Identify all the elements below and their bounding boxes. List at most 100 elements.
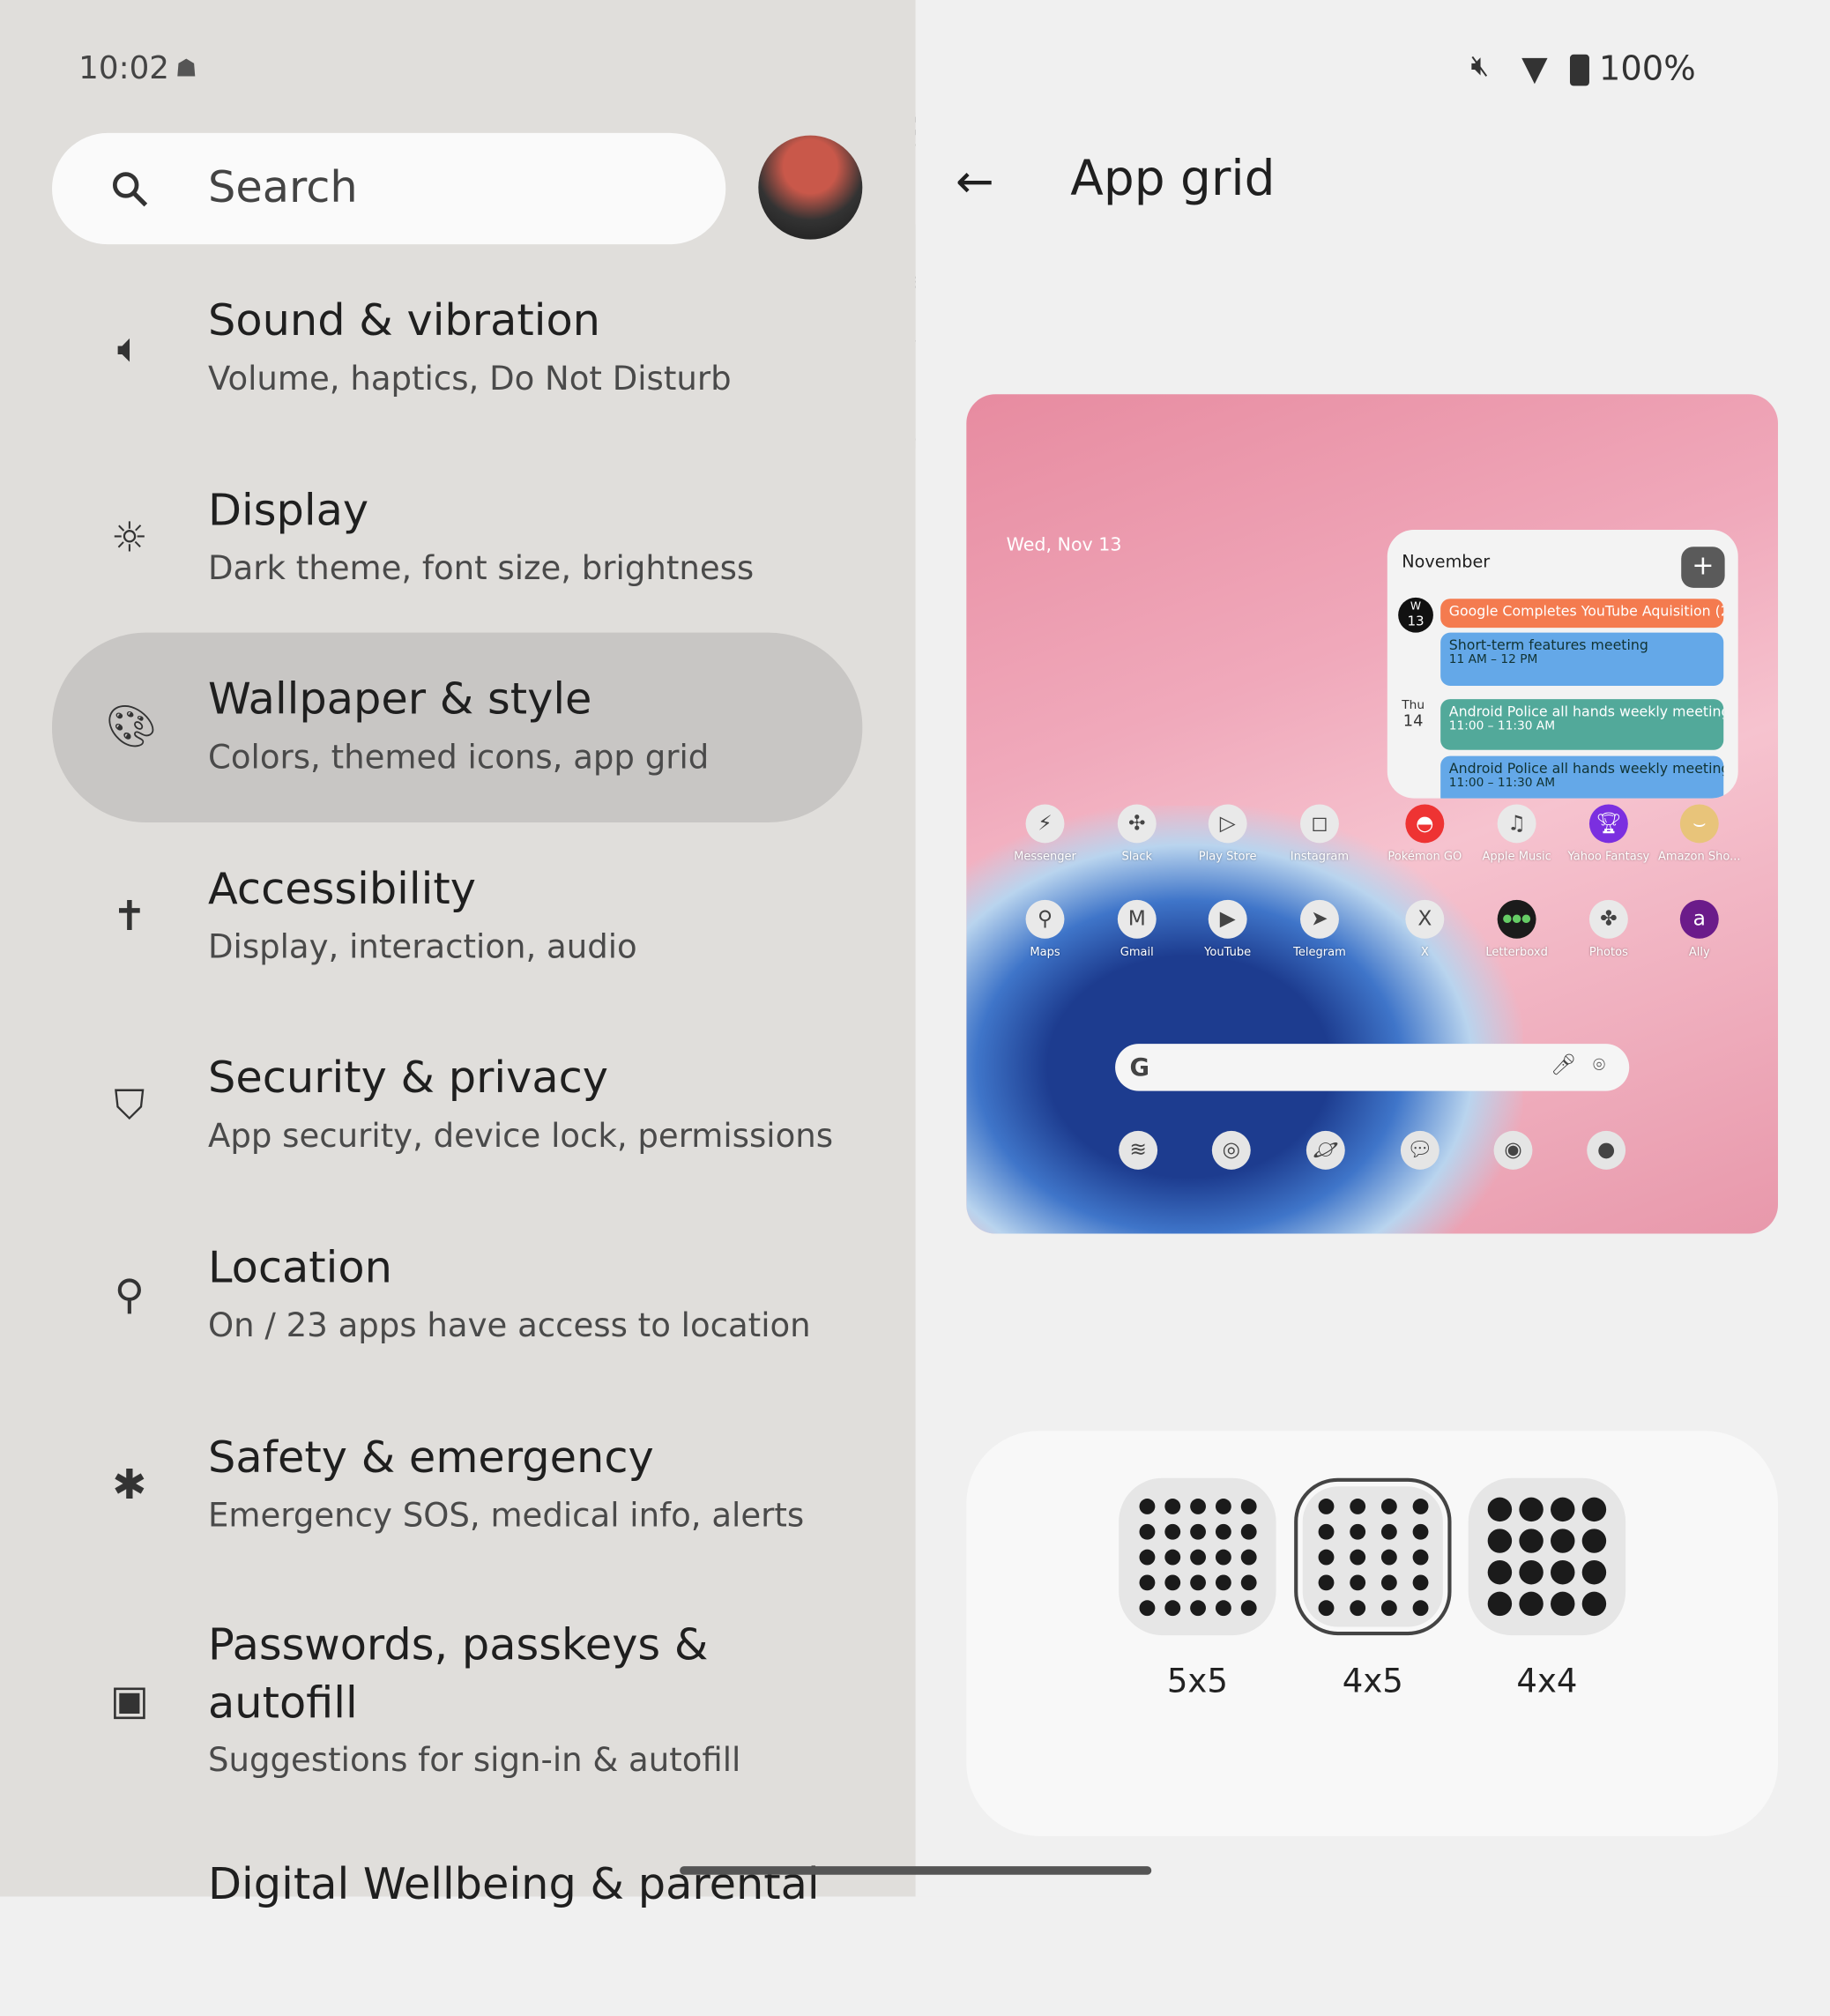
grid-dot	[1317, 1498, 1334, 1514]
chrome-icon: ◉	[1493, 1130, 1533, 1170]
home-screen-preview: Wed, Nov 13 November + W 13 Thu 14 Google …	[966, 394, 1778, 1234]
grid-dot	[1164, 1548, 1180, 1565]
grid-dot	[1581, 1497, 1607, 1522]
app-icon: ✤ Photos	[1563, 899, 1655, 959]
app-glyph-icon: ⌣	[1679, 804, 1719, 844]
event-title: Android Police all hands weekly meeting	[1448, 759, 1724, 777]
grid-dot	[1551, 1529, 1575, 1553]
app-icon: ◻ Instagram	[1274, 804, 1365, 864]
settings-item-digital-wellbeing[interactable]: Digital Wellbeing & parental	[52, 1826, 862, 2016]
app-label: Gmail	[1120, 945, 1154, 960]
grid-dot	[1411, 1599, 1428, 1616]
day-dow: Thu	[1402, 699, 1425, 713]
google-g-icon: G	[1129, 1052, 1150, 1082]
grid-dot	[1189, 1599, 1206, 1616]
planet-icon: 🪐︎	[1306, 1130, 1345, 1170]
app-glyph-icon: 🏆︎	[1588, 804, 1628, 844]
settings-item-passwords[interactable]: ▣ Passwords, passkeys & autofill Suggestion…	[52, 1596, 862, 1814]
calendar-event: Android Police all hands weekly meeting 1…	[1440, 755, 1724, 799]
app-label: Ally	[1688, 945, 1710, 960]
grid-dot	[1551, 1560, 1575, 1585]
search-bar[interactable]: Search	[52, 132, 726, 245]
search-icon	[112, 172, 148, 207]
grid-dot	[1215, 1498, 1231, 1514]
grid-option-label: 5x5	[1166, 1663, 1228, 1701]
grid-dot	[1380, 1573, 1397, 1590]
status-time: 10:02	[78, 50, 170, 87]
grid-dot	[1411, 1548, 1428, 1565]
notification-icon: ☗	[175, 53, 197, 83]
grid-option-label: 4x4	[1516, 1663, 1578, 1701]
palette-icon: 🎨︎	[105, 703, 158, 752]
grid-dot	[1411, 1573, 1428, 1590]
vibrate-off-icon: 🔇︎	[1470, 48, 1490, 83]
settings-item-wallpaper[interactable]: 🎨︎ Wallpaper & style Colors, themed icons,…	[52, 632, 863, 823]
settings-item-location[interactable]: ⚲ Location On / 23 apps have access to loc…	[52, 1201, 862, 1390]
grid-dot	[1349, 1573, 1365, 1590]
preview-date: Wed, Nov 13	[1006, 533, 1122, 555]
app-label: Slack	[1121, 850, 1153, 864]
grid-dot	[1380, 1498, 1397, 1514]
item-subtitle: Colors, themed icons, app grid	[208, 739, 710, 777]
widget-month: November	[1402, 553, 1491, 573]
app-label: Letterboxd	[1485, 945, 1548, 960]
wallpaper-wave	[966, 805, 1523, 1234]
item-title: Accessibility	[208, 865, 476, 915]
location-pin-icon: ⚲	[114, 1271, 145, 1320]
avatar[interactable]	[758, 135, 863, 240]
grid-dot	[1164, 1573, 1180, 1590]
app-glyph-icon: ⚡	[1025, 804, 1065, 844]
settings-item-safety[interactable]: ✱ Safety & emergency Emergency SOS, medica…	[52, 1391, 862, 1581]
grid-dot	[1164, 1498, 1180, 1514]
settings-item-display[interactable]: ☼ Display Dark theme, font size, brightnes…	[52, 444, 862, 634]
settings-item-accessibility[interactable]: ✝ Accessibility Display, interaction, audi…	[52, 822, 862, 1012]
grid-dot	[1240, 1599, 1256, 1616]
brightness-icon: ☼	[110, 514, 148, 563]
settings-item-security[interactable]: ⛉ Security & privacy App security, device …	[52, 1011, 862, 1201]
app-label: Maps	[1030, 945, 1060, 960]
grid-dot	[1380, 1523, 1397, 1539]
grid-dot	[1349, 1523, 1365, 1539]
page-title: App grid	[1070, 151, 1276, 207]
grid-dot	[1581, 1560, 1607, 1585]
item-title: Sound & vibration	[208, 296, 600, 346]
grid-dot	[1487, 1591, 1513, 1617]
grid-dot	[1138, 1573, 1155, 1590]
grid-dot	[1519, 1497, 1544, 1522]
grid-dot	[1164, 1523, 1180, 1539]
app-glyph-icon: a	[1679, 899, 1719, 939]
grid-dot	[1317, 1573, 1334, 1590]
grid-dot	[1349, 1599, 1365, 1616]
grid-dot	[1380, 1548, 1397, 1565]
app-icon: ➤ Telegram	[1274, 899, 1365, 959]
account-box-icon: ▣	[109, 1676, 149, 1725]
settings-item-sound[interactable]: 🔈︎ Sound & vibration Volume, haptics, Do N…	[52, 254, 862, 443]
grid-dot	[1519, 1591, 1544, 1617]
today-badge: W 13	[1398, 597, 1433, 633]
grid-dot	[1240, 1498, 1256, 1514]
app-icon: a Ally	[1654, 899, 1745, 960]
grid-dot	[1519, 1529, 1544, 1553]
app-icon: ▷ Play Store	[1182, 804, 1274, 864]
grid-option-4x5[interactable]	[1294, 1477, 1452, 1636]
app-icon: ▶ YouTube	[1182, 899, 1274, 959]
chat-icon: ●	[1587, 1130, 1626, 1170]
app-label: Amazon Sho...	[1658, 850, 1741, 864]
messages-icon: 💬︎	[1400, 1130, 1439, 1170]
grid-option-4x4[interactable]	[1468, 1477, 1626, 1636]
item-subtitle: Volume, haptics, Do Not Disturb	[208, 360, 732, 398]
grid-dot	[1164, 1599, 1180, 1616]
calendar-event: Short-term features meeting 11 AM – 12 PM	[1440, 632, 1724, 686]
item-subtitle: Display, interaction, audio	[208, 928, 637, 967]
app-label: X	[1420, 945, 1429, 960]
back-arrow-icon[interactable]: ←	[956, 155, 994, 208]
grid-dot	[1215, 1599, 1231, 1616]
grid-option-5x5[interactable]	[1119, 1477, 1276, 1636]
grid-dot	[1189, 1523, 1206, 1539]
grid-dot	[1519, 1560, 1544, 1585]
app-glyph-icon: ⚲	[1025, 899, 1065, 939]
search-input[interactable]: Search	[208, 163, 358, 212]
app-icon: M Gmail	[1091, 899, 1183, 960]
item-title: Safety & emergency	[208, 1432, 654, 1484]
gesture-nav-bar[interactable]	[680, 1866, 1152, 1875]
